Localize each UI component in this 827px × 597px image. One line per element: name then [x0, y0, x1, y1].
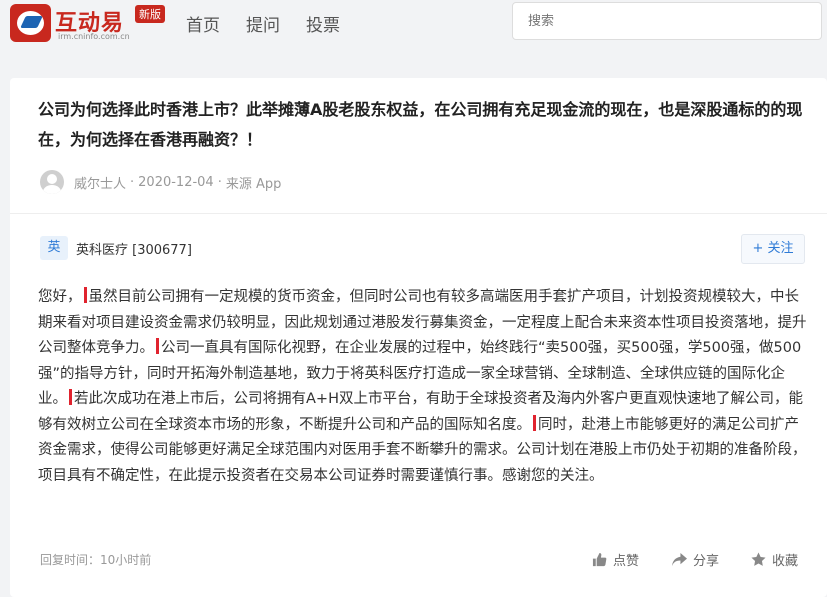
logo-subtitle: irm.cninfo.com.cn [58, 32, 130, 41]
new-version-badge: 新版 [135, 5, 165, 23]
company-icon: 英 [40, 236, 68, 260]
meta-separator: · [130, 174, 135, 190]
like-button[interactable]: 点赞 [592, 550, 639, 569]
like-label: 点赞 [613, 554, 640, 569]
share-button[interactable]: 分享 [672, 550, 719, 569]
question-card: 公司为何选择此时香港上市？此举摊薄A股老股东权益，在公司拥有充足现金流的现在，也… [10, 78, 827, 597]
highlight-marker [69, 389, 72, 405]
nav-home[interactable]: 首页 [186, 11, 220, 36]
site-logo[interactable]: 互动易 irm.cninfo.com.cn 新版 [10, 4, 170, 46]
answer-text: 您好， 虽然目前公司拥有一定规模的货币资金，但同时公司也有较多高端医用手套扩产项目… [38, 285, 810, 489]
highlight-marker [156, 338, 159, 354]
main-nav: 首页 提问 投票 [186, 11, 366, 36]
highlight-marker [83, 287, 87, 303]
nav-vote[interactable]: 投票 [306, 11, 340, 36]
avatar[interactable] [40, 170, 64, 194]
logo-icon [10, 4, 51, 42]
company-info[interactable]: 英 英科医疗 [300677] [40, 236, 192, 260]
meta-separator: · [217, 174, 222, 190]
follow-button[interactable]: + 关注 [741, 234, 805, 264]
highlight-marker [533, 414, 536, 431]
question-source: 来源 App [225, 176, 282, 192]
asker-name[interactable]: 威尔士人 [74, 173, 126, 192]
question-date: 2020-12-04 [138, 174, 214, 190]
divider [10, 213, 827, 214]
answer-segment: 您好， [38, 289, 82, 305]
company-name[interactable]: 英科医疗 [300677] [76, 239, 192, 258]
search-box [512, 2, 822, 40]
search-input[interactable] [513, 3, 821, 39]
share-label: 分享 [693, 554, 720, 569]
nav-ask[interactable]: 提问 [246, 11, 280, 36]
star-icon [751, 552, 766, 566]
asker-info: 威尔士人 · 2020-12-04 · 来源 App [40, 170, 281, 194]
reply-time: 回复时间：10小时前 [40, 553, 152, 567]
collect-label: 收藏 [772, 554, 799, 569]
question-title: 公司为何选择此时香港上市？此举摊薄A股老股东权益，在公司拥有充足现金流的现在，也… [38, 100, 803, 149]
share-icon [672, 552, 687, 567]
thumbs-up-icon [592, 552, 607, 567]
top-header: 互动易 irm.cninfo.com.cn 新版 首页 提问 投票 [0, 0, 827, 54]
collect-button[interactable]: 收藏 [751, 550, 798, 569]
